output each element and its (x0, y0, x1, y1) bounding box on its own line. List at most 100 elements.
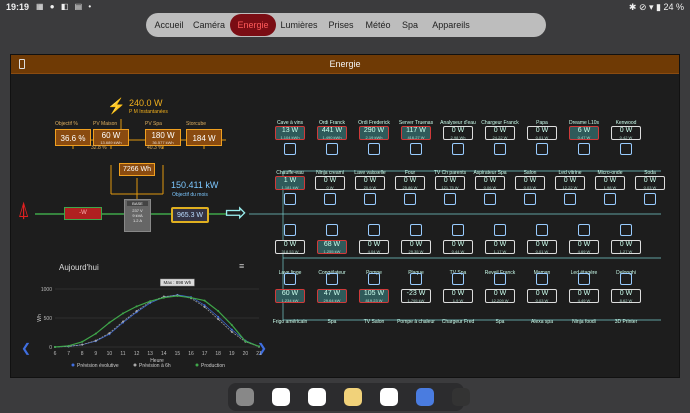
grid-value[interactable]: -W (64, 207, 102, 220)
device-value-box[interactable]: 0 W 12.209 W (485, 289, 515, 303)
device-value-box[interactable]: 0 W 8.62 W (611, 289, 641, 303)
device-value-box[interactable]: -23 W 1.795 kW (401, 289, 431, 303)
device-value-box[interactable]: 13 W 1.104 kWh (275, 126, 305, 140)
legend-marker (71, 363, 75, 367)
device-value-box[interactable]: 0 W 0.42 W (611, 126, 641, 140)
tab-mto[interactable]: Météo (360, 14, 396, 36)
device-value-box[interactable]: 0 W 0.03 W (527, 289, 557, 303)
device-value-box[interactable]: 0 W 0.01 W (527, 126, 557, 140)
tab-accueil[interactable]: Accueil (150, 14, 188, 36)
device-value-box[interactable]: 0 W 24.22 W (485, 126, 515, 140)
device-value-box[interactable]: 0 W 1.17 W (485, 240, 515, 254)
gmail-app-icon[interactable] (272, 388, 290, 406)
window-title: Energie (329, 59, 361, 69)
device-value-box[interactable]: 0 W 4.49 W (569, 289, 599, 303)
device-value-box[interactable]: 6 W 0.47 W (569, 126, 599, 140)
device-value-box[interactable]: 0 W 0.03 W (635, 176, 665, 190)
device-value-box[interactable]: 0 W 0.03 W (515, 176, 545, 190)
device-value-box[interactable]: 0 W 318.53 W (275, 240, 305, 254)
x-tick-label: 14 (161, 351, 167, 357)
device-energy: 1.181 kW (281, 185, 299, 190)
youtube-app-icon[interactable] (380, 388, 398, 406)
device-value-box[interactable]: 0 W 1.9 W (443, 289, 473, 303)
system-icons: ✱ ⊘ ▾ ▮ 24 % (628, 2, 684, 12)
device-value-box[interactable]: 0 W0 W (315, 176, 345, 190)
device-icon (452, 224, 464, 236)
tab-prises[interactable]: Prises (322, 14, 360, 36)
base-meter[interactable]: BASE 237 V 9 kVA 1.2 A (124, 199, 151, 232)
device-value-box[interactable]: 60 W 1.234 kW (275, 289, 305, 303)
x-tick-label: 15 (175, 351, 181, 357)
device-value-box[interactable]: 0 W 29.35 W (401, 240, 431, 254)
objective-box[interactable]: 180 W 36.577 kWh (145, 129, 181, 146)
tab-lumires[interactable]: Lumières (276, 14, 322, 36)
device-value: 0 W (443, 177, 457, 184)
objective-box[interactable]: 184 W (186, 129, 222, 146)
objective-box[interactable]: 60 W 13.689 kWh (93, 129, 129, 146)
app-dock (228, 383, 470, 411)
gallery-app-icon[interactable] (236, 388, 254, 406)
objective-label: PV Maison (93, 121, 118, 127)
data-point (217, 310, 220, 313)
device-value: 0 W (367, 241, 381, 248)
tab-bar: Accueil Caméra Energie Lumières Prises Météo S… (146, 13, 546, 37)
device-value-box[interactable]: 0 W 0.01 W (527, 240, 557, 254)
pv-total[interactable]: 7266 Wh (119, 163, 155, 176)
device-value-box[interactable]: 0 W 20.9 W (355, 176, 385, 190)
x-tick-label: 20 (243, 351, 249, 357)
device-value: 0 W (323, 177, 337, 184)
device-value-box[interactable]: 0 W 25.86 W (395, 176, 425, 190)
legend-label: Prévision évolutive (77, 363, 119, 369)
device-energy: 1.795 kW (407, 298, 425, 303)
device-energy: 0 W (326, 185, 334, 190)
device-value-box[interactable]: 0 W 12.22 W (555, 176, 585, 190)
device-energy: 121.75 W (441, 185, 459, 190)
device-value-box[interactable]: 0 W 1.27 W (611, 240, 641, 254)
device-value-box[interactable]: 0 W 0.06 W (475, 176, 505, 190)
tab-spa[interactable]: Spa (396, 14, 424, 36)
month-value: 150.411 kW (171, 180, 219, 190)
device-value: 6 W (577, 127, 591, 134)
house-arrow-icon: ⇨ (225, 197, 247, 227)
objective-value: 36.6 % (60, 134, 86, 143)
chart-prev-button[interactable]: ❮ (21, 341, 31, 355)
camera-app-icon[interactable] (452, 388, 470, 406)
device-value-box[interactable]: 0 W 4.69 W (569, 240, 599, 254)
device-icon (284, 193, 296, 205)
device-value-box[interactable]: 1 W 1.181 kW (275, 176, 305, 190)
notes-app-icon[interactable] (344, 388, 362, 406)
device-value-box[interactable]: 0 W 4.04 W (359, 240, 389, 254)
data-point (258, 345, 260, 348)
device-value-box[interactable]: 105 W 819.23 W (359, 289, 389, 303)
device-energy: 2.19 kWh (365, 135, 383, 140)
chrome-app-icon[interactable] (308, 388, 326, 406)
data-point (244, 340, 247, 343)
data-point (217, 315, 220, 318)
device-energy: 0.44 W (451, 249, 465, 254)
device-icon (410, 143, 422, 155)
device-energy: 1.104 kWh (280, 135, 300, 140)
device-energy: 29.64 kW (323, 298, 341, 303)
device-value-box[interactable]: 117 W 416.27 W (401, 126, 431, 140)
objective-box[interactable]: 36.6 % (55, 129, 91, 146)
device-value-box[interactable]: 441 W 1.490 kWh (317, 126, 347, 140)
tab-energie[interactable]: Energie (230, 14, 276, 36)
tab-appareils[interactable]: Appareils (424, 14, 478, 36)
device-name: Frigo américain (272, 319, 308, 325)
device-value-box[interactable]: 0 W 2.98 Wh (443, 126, 473, 140)
house-value[interactable]: 965.3 W (171, 207, 209, 223)
device-value-box[interactable]: 0 W 121.75 W (435, 176, 465, 190)
device-value-box[interactable]: 0 W 0.44 W (443, 240, 473, 254)
device-icon (494, 273, 506, 285)
device-value-box[interactable]: 68 W 1.255 kW (317, 240, 347, 254)
production-chart[interactable]: 050010006 7 8 9 10 11 12 13 14 15 16 17 18 19 20 21Heur… (33, 269, 265, 369)
x-tick-label: 18 (215, 351, 221, 357)
device-value-box[interactable]: 47 W 29.64 kW (317, 289, 347, 303)
base-label: BASE (127, 201, 148, 206)
tab-camra[interactable]: Caméra (188, 14, 230, 36)
energie-window: Energie ⚡ 240.0 W P M Instantanées Objec… (10, 54, 680, 378)
device-value: 0 W (493, 127, 507, 134)
files-app-icon[interactable] (416, 388, 434, 406)
device-value-box[interactable]: 0 W 1.98 W (595, 176, 625, 190)
device-value-box[interactable]: 290 W 2.19 kWh (359, 126, 389, 140)
